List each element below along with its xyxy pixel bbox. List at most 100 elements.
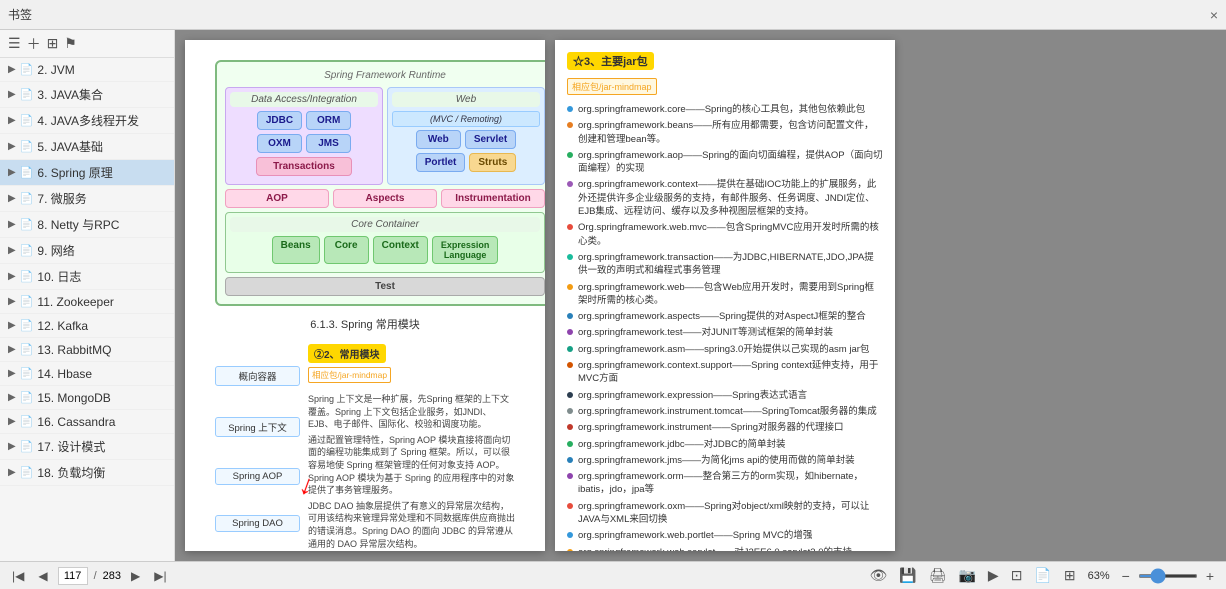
section3-badge: ☆3、主要jar包 xyxy=(567,52,654,70)
context-box: Context xyxy=(373,236,428,264)
mindmap-list-item: org.springframework.web——包含Web应用开发时，需要用到… xyxy=(567,281,883,308)
mindmap-subtitle: 相应包/jar-mindmap xyxy=(567,78,657,95)
sidebar-item-jvm[interactable]: ▶ 📄 2. JVM xyxy=(0,58,174,82)
sidebar-item-label: 16. Cassandra xyxy=(37,415,115,429)
sidebar-item-label: 10. 日志 xyxy=(37,268,81,285)
sidebar-item-microservice[interactable]: ▶ 📄 7. 微服务 xyxy=(0,186,174,212)
last-page-button[interactable]: ▶| xyxy=(150,567,170,585)
close-button[interactable]: × xyxy=(1210,7,1218,23)
save-icon-button[interactable]: 💾 xyxy=(895,565,920,586)
page-icon: 📄 xyxy=(20,88,34,101)
arrow-icon: ▶ xyxy=(8,141,16,152)
sidebar-item-label: 7. 微服务 xyxy=(37,190,86,207)
sidebar-item-kafka[interactable]: ▶ 📄 12. Kafka xyxy=(0,314,174,338)
mindmap-list-item: org.springframework.asm——spring3.0开始提供以己… xyxy=(567,343,883,356)
sidebar-item-cassandra[interactable]: ▶ 📄 16. Cassandra xyxy=(0,410,174,434)
print-icon-button[interactable]: 🖨 xyxy=(925,565,951,586)
data-row-1: JDBC ORM xyxy=(230,111,378,130)
bookmark-nav-icon[interactable]: ⊞ xyxy=(47,35,59,52)
pdf-page-left[interactable]: Spring Framework Runtime Data Access/Int… xyxy=(185,40,545,551)
jdbc-box: JDBC xyxy=(257,111,302,130)
mindmap-list-item: org.springframework.context.support——Spr… xyxy=(567,359,883,386)
arrow-icon: ▶ xyxy=(8,441,16,452)
sidebar-item-zookeeper[interactable]: ▶ 📄 11. Zookeeper xyxy=(0,290,174,314)
sidebar-item-spring[interactable]: ▶ 📄 6. Spring 原理 xyxy=(0,160,174,186)
zoom-fit-button[interactable]: ⊡ xyxy=(1007,565,1027,586)
spring-dao-desc: JDBC DAO 抽象层提供了有意义的异常层次结构，可用该结构来管理异常处理和不… xyxy=(308,500,515,550)
play-icon-button[interactable]: ▶ xyxy=(984,565,1003,586)
arrow-icon: ▶ xyxy=(8,368,16,379)
sidebar-item-label: 9. 网络 xyxy=(37,242,74,259)
view-icon-button[interactable]: 👁 xyxy=(865,565,891,586)
sidebar-item-design-pattern[interactable]: ▶ 📄 17. 设计模式 xyxy=(0,434,174,460)
jms-box: JMS xyxy=(306,134,351,153)
sidebar-item-label: 2. JVM xyxy=(37,63,74,77)
mindmap-title: ☆3、主要jar包 xyxy=(567,52,883,70)
next-page-button[interactable]: ▶ xyxy=(127,567,144,585)
mindmap-list-item: org.springframework.instrument.tomcat——S… xyxy=(567,405,883,418)
data-access-title: Data Access/Integration xyxy=(230,92,378,107)
camera-icon-button[interactable]: 📷 xyxy=(954,565,979,586)
mindmap-list-item: org.springframework.instrument——Spring对服… xyxy=(567,421,883,434)
page-input[interactable] xyxy=(58,567,88,585)
sidebar-item-java-collection[interactable]: ▶ 📄 3. JAVA集合 xyxy=(0,82,174,108)
arrow-icon: ▶ xyxy=(8,115,16,126)
sidebar-item-netty[interactable]: ▶ 📄 8. Netty 与RPC xyxy=(0,212,174,238)
sidebar-item-load-balance[interactable]: ▶ 📄 18. 负载均衡 xyxy=(0,460,174,486)
sidebar-item-java-basics[interactable]: ▶ 📄 5. JAVA基础 xyxy=(0,134,174,160)
bookmark-list-icon[interactable]: ☰ xyxy=(8,35,21,52)
sidebar-item-label: 17. 设计模式 xyxy=(37,438,105,455)
node-aop: Spring AOP xyxy=(215,468,300,485)
window-title: 书签 xyxy=(8,6,32,23)
arrow-icon: ▶ xyxy=(8,467,16,478)
page-icon: 📄 xyxy=(20,466,34,479)
zoom-minus-button[interactable]: − xyxy=(1118,566,1134,586)
sidebar-item-label: 5. JAVA基础 xyxy=(37,138,103,155)
sidebar-item-label: 8. Netty 与RPC xyxy=(37,216,119,233)
sidebar-item-network[interactable]: ▶ 📄 9. 网络 xyxy=(0,238,174,264)
mindmap-items: org.springframework.core——Spring的核心工具包，其… xyxy=(567,103,883,551)
portlet-box: Portlet xyxy=(416,153,466,172)
arrow-icon: ▶ xyxy=(8,416,16,427)
sidebar-item-label: 3. JAVA集合 xyxy=(37,86,103,103)
bookmark-flag-icon[interactable]: ⚑ xyxy=(64,35,77,52)
spring-context-desc: Spring 上下文是一种扩展，先Spring 框架的上下文覆盖。Spring … xyxy=(308,393,515,431)
sidebar-list: ▶ 📄 2. JVM ▶ 📄 3. JAVA集合 ▶ 📄 4. JAVA多线程开… xyxy=(0,58,174,561)
page-icon: 📄 xyxy=(20,367,34,380)
arrow-icon: ▶ xyxy=(8,296,16,307)
mindmap-list-item: org.springframework.transaction——为JDBC,H… xyxy=(567,251,883,278)
section2-badge: ②2、常用模块 xyxy=(308,344,386,363)
page-separator: / xyxy=(94,570,97,582)
sidebar: ☰ ＋ ⊞ ⚑ ▶ 📄 2. JVM ▶ 📄 3. JAVA集合 ▶ 📄 4. … xyxy=(0,30,175,561)
web-box: Web xyxy=(416,130,461,149)
main-layout: ☰ ＋ ⊞ ⚑ ▶ 📄 2. JVM ▶ 📄 3. JAVA集合 ▶ 📄 4. … xyxy=(0,30,1226,561)
zoom-slider[interactable] xyxy=(1138,574,1198,578)
zoom-plus-button[interactable]: + xyxy=(1202,566,1218,586)
aop-row: AOP Aspects Instrumentation xyxy=(225,189,545,208)
zoom-page-button[interactable]: 📄 xyxy=(1030,565,1055,586)
arrow-icon: ▶ xyxy=(8,271,16,282)
page-total: 283 xyxy=(103,570,121,582)
test-box: Test xyxy=(225,277,545,296)
sidebar-item-multithread[interactable]: ▶ 📄 4. JAVA多线程开发 xyxy=(0,108,174,134)
prev-page-button[interactable]: ◀ xyxy=(34,567,51,585)
page-icon: 📄 xyxy=(20,166,34,179)
diagram-runtime-title: Spring Framework Runtime xyxy=(225,70,545,81)
first-page-button[interactable]: |◀ xyxy=(8,567,28,585)
core-row: Beans Core Context ExpressionLanguage xyxy=(230,236,540,264)
bookmark-add-icon[interactable]: ＋ xyxy=(27,34,41,54)
arrow-icon: ▶ xyxy=(8,392,16,403)
spring-diagram: Spring Framework Runtime Data Access/Int… xyxy=(215,60,545,306)
data-row-3: Transactions xyxy=(230,157,378,176)
columns-button[interactable]: ⊞ xyxy=(1060,565,1080,586)
mindmap-page[interactable]: ☆3、主要jar包 相应包/jar-mindmap org.springfram… xyxy=(555,40,895,551)
mindmap-list-item: org.springframework.jdbc——对JDBC的简单封装 xyxy=(567,438,883,451)
page-icon: 📄 xyxy=(20,440,34,453)
sidebar-item-log[interactable]: ▶ 📄 10. 日志 xyxy=(0,264,174,290)
sidebar-item-rabbitmq[interactable]: ▶ 📄 13. RabbitMQ xyxy=(0,338,174,362)
sidebar-item-mongodb[interactable]: ▶ 📄 15. MongoDB xyxy=(0,386,174,410)
page-icon: 📄 xyxy=(20,192,34,205)
sidebar-item-hbase[interactable]: ▶ 📄 14. Hbase xyxy=(0,362,174,386)
page-icon: 📄 xyxy=(20,295,34,308)
page-icon: 📄 xyxy=(20,63,34,76)
